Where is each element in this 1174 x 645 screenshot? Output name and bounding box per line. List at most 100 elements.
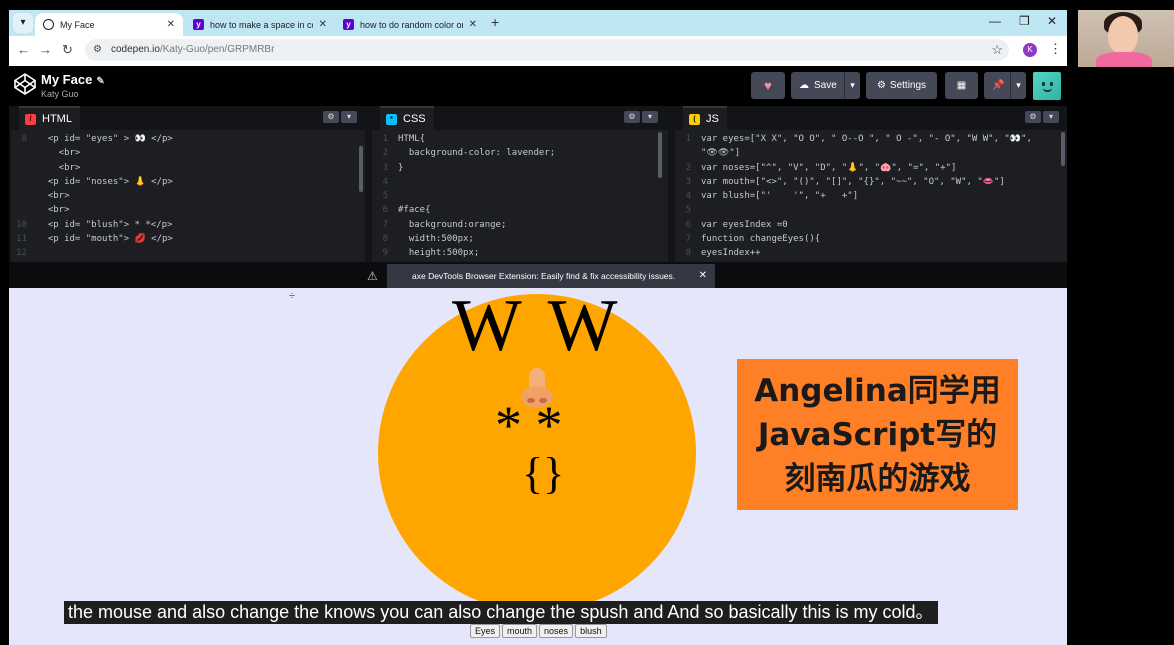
css-code[interactable]: 1 HTML{2 background-color: lavender; 3} 4 5 6… [372,132,668,261]
forward-icon[interactable]: → [39,42,52,57]
code-line[interactable]: 6 var eyesIndex =0 [675,218,1067,232]
avatar-smile [1043,88,1052,92]
close-icon[interactable]: ✕ [167,19,175,30]
code-text: eyesIndex++ [701,248,761,259]
axe-logo-icon: ⚠ [367,269,378,283]
settings-button[interactable]: ⚙ Settings [866,72,937,99]
tab-css[interactable]: * CSS [380,106,434,130]
minimize-icon[interactable]: — [989,14,1001,28]
axe-extension-strip: ⚠ axe DevTools Browser Extension: Easily… [9,262,1067,288]
line-number: 5 [685,205,691,216]
pencil-icon[interactable]: ✎ [96,76,104,87]
tab-my-face[interactable]: My Face ✕ [35,13,183,36]
code-line[interactable]: 3 var mouth=["<>", "()", "[]", "{}", "~~"… [675,175,1067,189]
new-tab-button[interactable]: + [491,14,499,30]
restore-icon[interactable]: ❐ [1019,14,1030,28]
js-scrollbar[interactable] [1061,132,1065,166]
code-line[interactable]: 6 #face{ [372,203,668,217]
tab-space-in-codepen[interactable]: y how to make a space in codep ✕ [185,13,335,36]
resize-handle-icon[interactable]: ÷ [289,290,295,302]
code-line[interactable]: <br> [11,189,365,203]
code-line[interactable]: 3} [372,161,668,175]
code-line[interactable]: 5 [675,203,1067,217]
code-line[interactable]: 11 <p id= "mouth"> 💋 </p> [11,232,365,246]
cloud-icon: ☁ [799,80,809,91]
css-editor[interactable]: * CSS ⚙ ▾ 1 HTML{2 background-color: lave… [372,106,668,262]
pen-title[interactable]: My Face ✎ [41,72,105,87]
layout-icon: ▦ [956,80,967,91]
user-avatar[interactable] [1033,72,1061,100]
css-scrollbar[interactable] [658,132,662,178]
chevron-down-icon[interactable]: ▾ [642,111,658,123]
code-line[interactable]: 12 [11,246,365,260]
close-window-icon[interactable]: ✕ [1047,14,1057,28]
code-line[interactable]: 10 <p id= "blush"> * *</p> [11,218,365,232]
code-line[interactable]: 2 var noses=["^", "V", "D", "👃", "🐽", "="… [675,161,1067,175]
js-code[interactable]: 1 var eyes=["X X", "O O", " O--O ", " O -… [675,132,1067,261]
mouth-button[interactable]: mouth [502,624,538,638]
code-line[interactable]: <br> [11,203,365,217]
address-bar[interactable]: ⚙ codepen.io/Katy-Guo/pen/GRPMRBr ☆ [85,39,1009,61]
code-line[interactable]: 4 var blush=["' '", "+ +"] [675,189,1067,203]
avatar-eye [1050,82,1053,86]
code-line[interactable]: 8 <p id= "eyes" > 👀 </p> [11,132,365,146]
js-icon: ( [689,113,700,125]
html-editor[interactable]: / HTML ⚙ ▾ 8 <p id= "eyes" > 👀 </p> <br>… [11,106,365,262]
code-line[interactable]: 2 background-color: lavender; [372,146,668,160]
code-line[interactable]: 4 [372,175,668,189]
code-line[interactable]: 7 function changeEyes(){ [675,232,1067,246]
chevron-down-icon[interactable]: ▾ [1043,111,1059,123]
code-line[interactable]: 1 var eyes=["X X", "O O", " O--O ", " O -… [675,132,1067,146]
code-line[interactable]: 5 [372,189,668,203]
reload-icon[interactable]: ↻ [62,42,73,58]
tab-search-button[interactable]: ▾ [13,13,33,33]
close-icon[interactable]: ✕ [319,19,327,30]
heart-button[interactable]: ♥ [751,72,785,99]
code-line[interactable]: 8 eyesIndex++ [675,246,1067,260]
code-line[interactable]: <br> [11,161,365,175]
save-button[interactable]: ☁ Save ▾ [791,72,860,99]
pin-button[interactable]: 📌 ▾ [984,72,1026,99]
css-icon: * [386,113,397,125]
html-code[interactable]: 8 <p id= "eyes" > 👀 </p> <br> <br> <p id… [11,132,365,262]
layout-button[interactable]: ▦ [945,72,978,99]
code-line[interactable]: <br> [11,146,365,160]
bookmark-star-icon[interactable]: ☆ [991,42,1003,58]
close-icon[interactable]: ✕ [699,270,707,281]
avatar-eye [1042,82,1045,86]
tab-js[interactable]: ( JS [683,106,727,130]
chevron-down-icon[interactable]: ▾ [1010,72,1026,99]
js-editor[interactable]: ( JS ⚙ ▾ 1 var eyes=["X X", "O O", " O--O… [675,106,1067,262]
chevron-down-icon[interactable]: ▾ [844,72,860,99]
codepen-icon [43,19,54,30]
chevron-down-icon[interactable]: ▾ [341,111,357,123]
code-line[interactable]: 7 background:orange; [372,218,668,232]
axe-banner-message: axe DevTools Browser Extension: Easily f… [412,271,676,281]
code-line[interactable]: "👁👁"] [675,146,1067,160]
site-info-icon[interactable]: ⚙ [93,44,102,55]
html-scrollbar[interactable] [359,146,363,192]
code-line[interactable]: 1 HTML{ [372,132,668,146]
browser-menu-icon[interactable]: ⋮ [1049,41,1062,57]
pen-author[interactable]: Katy Guo [41,89,79,99]
url-host: codepen.io [111,44,160,55]
webcam-face [1108,16,1138,54]
code-line[interactable]: <p id= "noses"> 👃 </p> [11,175,365,189]
profile-avatar[interactable]: K [1023,43,1037,57]
code-line[interactable]: 8 width:500px; [372,232,668,246]
eyes-button[interactable]: Eyes [470,624,501,638]
code-text: "👁👁"] [701,148,741,159]
editor-settings-icon[interactable]: ⚙ [624,111,640,123]
editor-settings-icon[interactable]: ⚙ [1025,111,1041,123]
back-icon[interactable]: ← [17,42,30,57]
noses-button[interactable]: noses [539,624,574,638]
editor-settings-icon[interactable]: ⚙ [323,111,339,123]
codepen-logo[interactable] [13,72,37,96]
preview-button-row: Eyes mouth noses blush [470,624,607,638]
close-icon[interactable]: ✕ [469,19,477,30]
tab-html[interactable]: / HTML [19,106,80,130]
blush-button[interactable]: blush [575,624,607,638]
line-number: 5 [382,191,388,202]
code-line[interactable]: 9 height:500px; [372,246,668,260]
tab-random-color[interactable]: y how to do random color on co ✕ [335,13,485,36]
